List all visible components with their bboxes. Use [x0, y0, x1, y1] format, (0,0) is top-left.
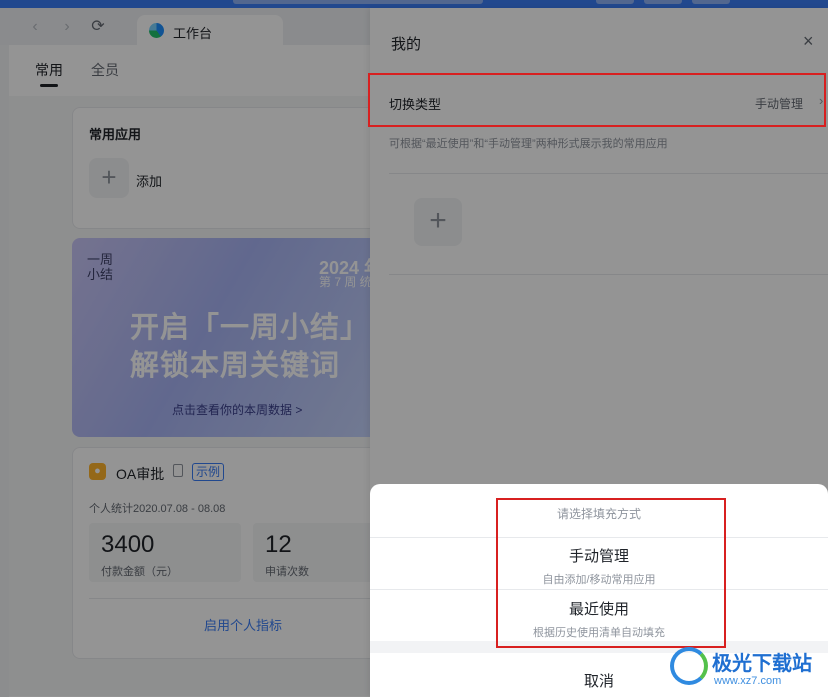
highlight-switch-type: [368, 73, 826, 127]
watermark-brand: 极光下载站: [712, 653, 812, 675]
watermark: 极光下载站 www.xz7.com: [670, 645, 825, 695]
highlight-fill-options: [496, 498, 726, 648]
watermark-url: www.xz7.com: [714, 675, 782, 687]
watermark-logo-icon: [670, 647, 708, 685]
